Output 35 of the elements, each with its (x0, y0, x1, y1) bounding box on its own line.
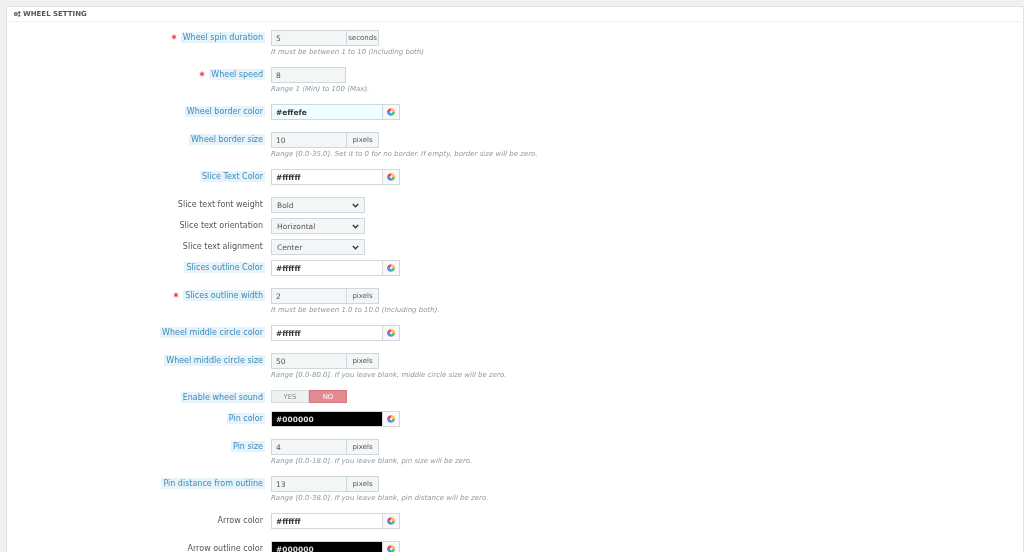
color-wheel-icon (387, 517, 395, 525)
field-label: Slices outline width (183, 290, 265, 301)
field-label: Wheel middle circle color (160, 327, 265, 338)
field-label: Arrow outline color (186, 543, 264, 552)
field-label: Enable wheel sound (180, 392, 265, 403)
color-wheel-icon (387, 545, 395, 552)
color-picker-button[interactable] (383, 325, 400, 341)
color-picker-button[interactable] (383, 411, 400, 427)
field-label: Slice Text Color (200, 171, 265, 182)
field-label: Pin distance from outline (161, 478, 265, 489)
field-label: Wheel middle circle size (164, 355, 265, 366)
gears-icon (13, 11, 21, 17)
field-label: Wheel border size (188, 134, 265, 145)
field-label: Pin size (231, 441, 265, 452)
color-wheel-icon (387, 415, 395, 423)
field-label: Arrow color (216, 515, 264, 526)
field-label: Wheel spin duration (180, 32, 265, 43)
chevron-down-icon (352, 202, 359, 208)
color-picker-button[interactable] (383, 513, 400, 529)
color-picker-button[interactable] (383, 169, 400, 185)
field-label: Wheel speed (209, 69, 265, 80)
field-label: Slice text alignment (181, 241, 264, 252)
color-wheel-icon (387, 173, 395, 181)
field-label: Slice text orientation (178, 220, 264, 231)
field-label: Slice text font weight (176, 199, 264, 210)
color-wheel-icon (387, 329, 395, 337)
color-wheel-icon (387, 264, 395, 272)
color-wheel-icon (387, 108, 395, 116)
field-label: Pin color (226, 413, 265, 424)
field-label: Wheel border color (184, 106, 265, 117)
color-picker-button[interactable] (383, 104, 400, 120)
chevron-down-icon (352, 223, 359, 229)
field-label: Slices outline Color (184, 262, 265, 273)
color-picker-button[interactable] (383, 260, 400, 276)
chevron-down-icon (352, 244, 359, 250)
